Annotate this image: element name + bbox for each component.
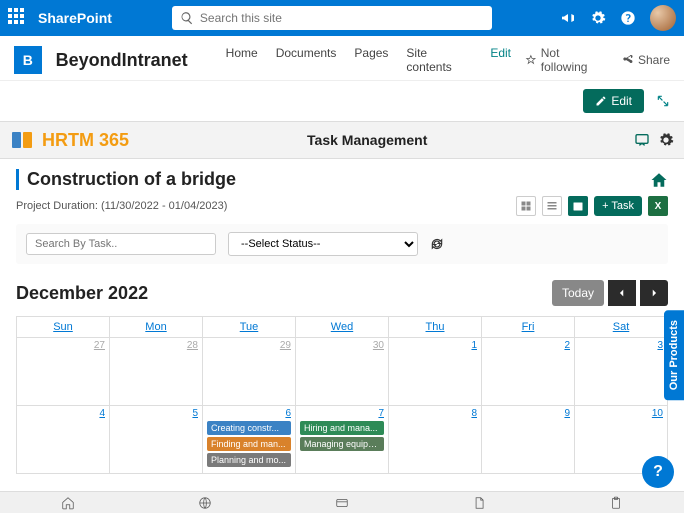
project-title: Construction of a bridge <box>16 169 236 190</box>
expand-icon[interactable] <box>656 94 670 108</box>
share-icon <box>622 54 634 66</box>
search-input[interactable] <box>200 11 484 25</box>
view-calendar-icon[interactable] <box>568 196 588 216</box>
prev-month-button[interactable] <box>608 280 636 306</box>
page-edit-button[interactable]: Edit <box>583 89 644 113</box>
event-item[interactable]: Planning and mo... <box>207 453 291 467</box>
card-nav-icon[interactable] <box>335 496 349 510</box>
search-icon <box>180 11 194 25</box>
event-item[interactable]: Managing equipm... <box>300 437 384 451</box>
event-item[interactable]: Creating constr... <box>207 421 291 435</box>
gear-icon[interactable] <box>590 10 606 26</box>
settings-icon[interactable] <box>658 132 674 148</box>
suite-search[interactable] <box>172 6 492 30</box>
share-button[interactable]: Share <box>622 53 670 67</box>
duration-label: Project Duration: <box>16 200 98 212</box>
add-task-button[interactable]: + Task <box>594 196 642 216</box>
day-header[interactable]: Mon <box>110 317 203 338</box>
task-search-input[interactable] <box>26 233 216 255</box>
day-header[interactable]: Wed <box>296 317 389 338</box>
file-nav-icon[interactable] <box>472 496 486 510</box>
calendar-month: December 2022 <box>16 283 148 304</box>
today-button[interactable]: Today <box>552 280 604 306</box>
next-month-button[interactable] <box>640 280 668 306</box>
site-name: BeyondIntranet <box>56 50 188 71</box>
globe-nav-icon[interactable] <box>198 496 212 510</box>
calendar-cell[interactable]: 29 <box>203 338 296 406</box>
pencil-icon <box>595 95 607 107</box>
calendar-cell[interactable]: 7 Hiring and mana... Managing equipm... <box>296 406 389 474</box>
help-bubble[interactable]: ? <box>642 456 674 488</box>
day-header[interactable]: Tue <box>203 317 296 338</box>
day-header[interactable]: Sat <box>575 317 668 338</box>
nav-edit[interactable]: Edit <box>490 46 511 74</box>
app-launcher-icon[interactable] <box>8 8 28 28</box>
star-icon <box>525 54 537 66</box>
follow-toggle[interactable]: Not following <box>525 46 608 74</box>
site-nav: Home Documents Pages Site contents Edit <box>226 46 511 74</box>
app-title: Task Management <box>307 132 427 148</box>
nav-site-contents[interactable]: Site contents <box>406 46 472 74</box>
view-list-icon[interactable] <box>542 196 562 216</box>
event-item[interactable]: Hiring and mana... <box>300 421 384 435</box>
calendar-cell[interactable]: 28 <box>110 338 203 406</box>
our-products-tab[interactable]: Our Products <box>664 310 684 400</box>
day-header[interactable]: Sun <box>17 317 110 338</box>
calendar-grid: Sun Mon Tue Wed Thu Fri Sat 27 28 29 30 … <box>16 316 668 474</box>
view-card-icon[interactable] <box>516 196 536 216</box>
app-logo-icon <box>10 128 34 152</box>
status-select[interactable]: --Select Status-- <box>228 232 418 256</box>
nav-documents[interactable]: Documents <box>276 46 337 74</box>
feedback-icon[interactable] <box>634 132 650 148</box>
home-nav-icon[interactable] <box>61 496 75 510</box>
nav-pages[interactable]: Pages <box>354 46 388 74</box>
calendar-cell[interactable]: 5 <box>110 406 203 474</box>
calendar-cell[interactable]: 9 <box>482 406 575 474</box>
calendar-cell[interactable]: 2 <box>482 338 575 406</box>
calendar-cell[interactable]: 8 <box>389 406 482 474</box>
calendar-cell[interactable]: 6 Creating constr... Finding and man... … <box>203 406 296 474</box>
calendar-cell[interactable]: 27 <box>17 338 110 406</box>
day-header[interactable]: Thu <box>389 317 482 338</box>
export-excel-button[interactable]: X <box>648 196 668 216</box>
calendar-cell[interactable]: 1 <box>389 338 482 406</box>
site-logo[interactable]: B <box>14 46 42 74</box>
nav-home[interactable]: Home <box>226 46 258 74</box>
calendar-cell[interactable]: 3 <box>575 338 668 406</box>
clipboard-nav-icon[interactable] <box>609 496 623 510</box>
calendar-cell[interactable]: 30 <box>296 338 389 406</box>
user-avatar[interactable] <box>650 5 676 31</box>
calendar-cell[interactable]: 4 <box>17 406 110 474</box>
duration-value: (11/30/2022 - 01/04/2023) <box>101 200 227 212</box>
help-icon[interactable] <box>620 10 636 26</box>
day-header[interactable]: Fri <box>482 317 575 338</box>
megaphone-icon[interactable] <box>560 10 576 26</box>
event-item[interactable]: Finding and man... <box>207 437 291 451</box>
app-name: HRTM 365 <box>42 130 129 151</box>
home-icon[interactable] <box>650 171 668 189</box>
suite-brand: SharePoint <box>38 10 112 26</box>
refresh-icon[interactable] <box>430 237 444 251</box>
bottom-nav <box>0 491 684 513</box>
